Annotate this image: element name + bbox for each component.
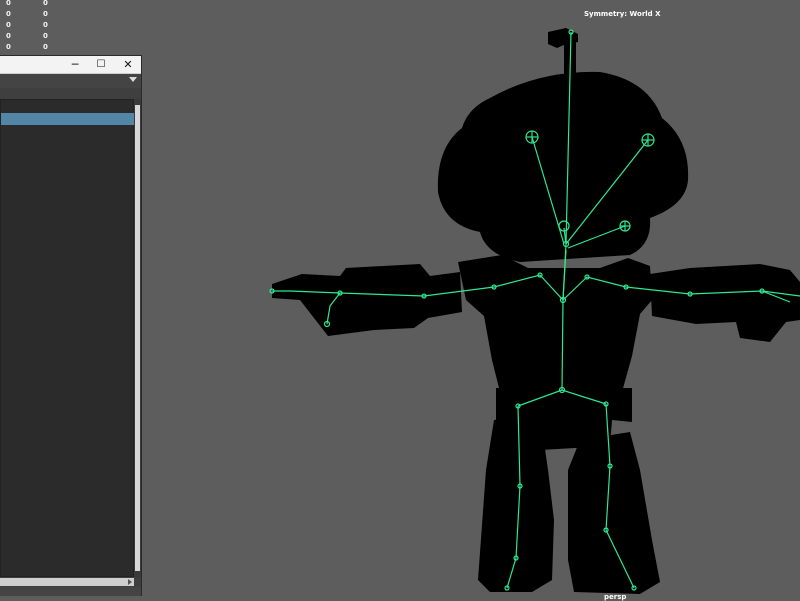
minimize-icon[interactable]: ─ (62, 56, 88, 74)
vertical-scrollbar[interactable] (134, 99, 141, 577)
hud-stat-value: 0 (43, 10, 48, 18)
hud-stat-value: 0 (43, 32, 48, 40)
scroll-right-icon[interactable] (128, 579, 132, 585)
hud-stat-value: 0 (6, 10, 11, 18)
hud-stat-value: 0 (43, 43, 48, 51)
hud-stat-value: 0 (6, 0, 11, 7)
window-statusbar (0, 587, 141, 596)
hud-stat-value: 0 (43, 0, 48, 7)
hud-stat-value: 0 (6, 21, 11, 29)
hud-stat-value: 0 (6, 32, 11, 40)
camera-label: persp (604, 593, 627, 601)
window-titlebar[interactable]: ─ ☐ ✕ (0, 56, 141, 74)
hud-stat-value: 0 (6, 43, 11, 51)
close-icon[interactable]: ✕ (115, 56, 141, 74)
window-toolbar[interactable] (0, 74, 141, 88)
horizontal-scrollbar[interactable] (0, 578, 134, 586)
character-silhouette (272, 28, 800, 594)
symmetry-label: Symmetry: World X (584, 10, 661, 18)
floating-tool-window[interactable]: ─ ☐ ✕ (0, 55, 142, 596)
hud-stat-value: 0 (43, 21, 48, 29)
item-list[interactable] (0, 99, 134, 577)
list-item-selected[interactable] (1, 113, 134, 125)
scrollbar-thumb[interactable] (135, 105, 140, 571)
chevron-down-icon[interactable] (129, 77, 137, 82)
maximize-icon[interactable]: ☐ (88, 56, 114, 74)
